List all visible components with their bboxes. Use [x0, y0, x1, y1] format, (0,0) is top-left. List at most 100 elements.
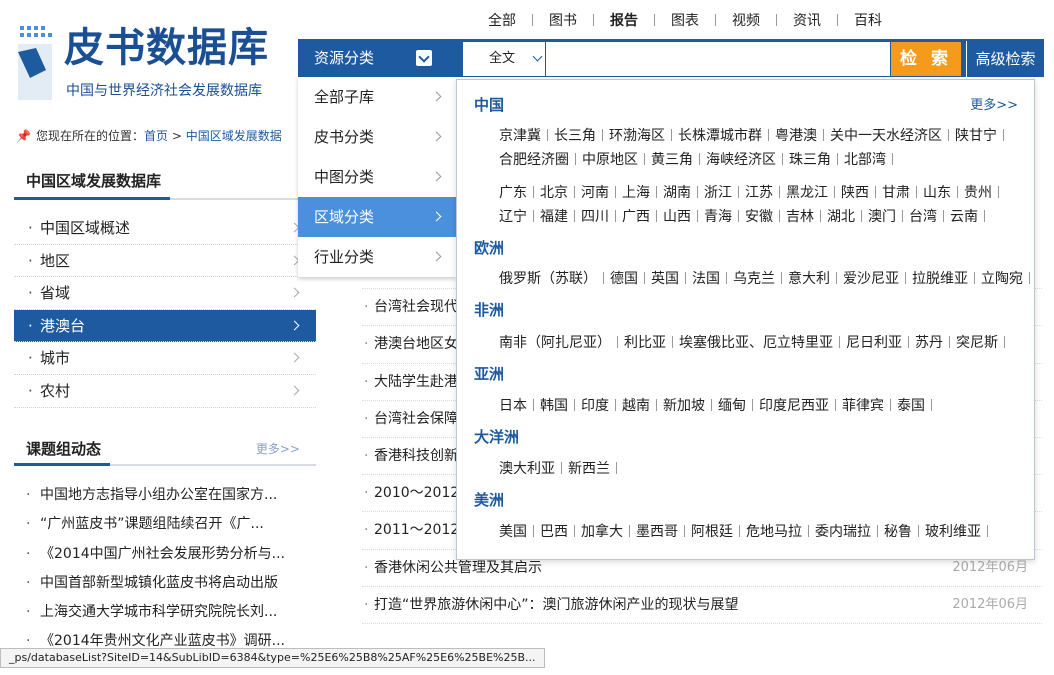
- news-item[interactable]: “广州蓝皮书”课题组陆续召开《广...: [22, 510, 312, 539]
- region-link[interactable]: 印度: [581, 398, 609, 414]
- left-nav-item[interactable]: 城市: [14, 342, 316, 375]
- search-input[interactable]: [546, 42, 890, 76]
- region-link[interactable]: 吉林: [786, 209, 814, 225]
- region-link[interactable]: 湖南: [663, 185, 691, 201]
- region-link[interactable]: 越南: [622, 398, 650, 414]
- left-nav-item[interactable]: 省域: [14, 277, 316, 310]
- left-nav-item[interactable]: 中国区域概述: [14, 212, 316, 245]
- region-link[interactable]: 突尼斯: [956, 335, 998, 351]
- region-link[interactable]: 泰国: [897, 398, 925, 414]
- region-link[interactable]: 陕甘宁: [955, 128, 997, 144]
- region-link[interactable]: 新西兰: [568, 461, 610, 477]
- region-link[interactable]: 澳大利亚: [499, 461, 555, 477]
- region-link[interactable]: 山东: [923, 185, 951, 201]
- topnav-reports[interactable]: 报告: [594, 10, 654, 30]
- region-link[interactable]: 河南: [581, 185, 609, 201]
- region-link[interactable]: 浙江: [704, 185, 732, 201]
- news-item[interactable]: 中国地方志指导小组办公室在国家方...: [22, 481, 312, 510]
- region-link[interactable]: 黑龙江: [786, 185, 828, 201]
- region-link[interactable]: 南非（阿扎尼亚）: [499, 335, 611, 351]
- region-link[interactable]: 利比亚: [624, 335, 666, 351]
- category-menu-item[interactable]: 全部子库: [298, 77, 456, 117]
- region-link[interactable]: 澳门: [868, 209, 896, 225]
- region-link[interactable]: 秘鲁: [884, 524, 912, 540]
- region-link[interactable]: 台湾: [909, 209, 937, 225]
- region-link[interactable]: 福建: [540, 209, 568, 225]
- region-link[interactable]: 珠三角: [789, 152, 831, 168]
- region-link[interactable]: 贵州: [964, 185, 992, 201]
- category-menu-item[interactable]: 皮书分类: [298, 117, 456, 157]
- region-link[interactable]: 意大利: [788, 271, 830, 287]
- left-nav-item[interactable]: 地区: [14, 245, 316, 278]
- region-link[interactable]: 陕西: [841, 185, 869, 201]
- region-link[interactable]: 长株潭城市群: [678, 128, 762, 144]
- region-link[interactable]: 北部湾: [844, 152, 886, 168]
- site-logo[interactable]: 皮书数据库 中国与世界经济社会发展数据库: [14, 24, 304, 104]
- region-link[interactable]: 新加坡: [663, 398, 705, 414]
- region-link[interactable]: 爱沙尼亚: [843, 271, 899, 287]
- news-item[interactable]: 上海交通大学城市科学研究院院长刘...: [22, 598, 312, 627]
- topnav-all[interactable]: 全部: [472, 10, 532, 30]
- news-more-link[interactable]: 更多>>: [256, 440, 300, 457]
- region-link[interactable]: 安徽: [745, 209, 773, 225]
- region-link[interactable]: 拉脱维亚: [912, 271, 968, 287]
- topnav-charts[interactable]: 图表: [655, 10, 715, 30]
- region-link[interactable]: 立陶宛: [981, 271, 1023, 287]
- breadcrumb-current[interactable]: 中国区域发展数据: [186, 129, 282, 143]
- search-button[interactable]: 检 索: [891, 42, 961, 76]
- region-link[interactable]: 环渤海区: [609, 128, 665, 144]
- region-link[interactable]: 海峡经济区: [706, 152, 776, 168]
- region-link[interactable]: 乌克兰: [733, 271, 775, 287]
- region-link[interactable]: 京津冀: [499, 128, 541, 144]
- region-link[interactable]: 危地马拉: [746, 524, 802, 540]
- left-nav-item[interactable]: 港澳台: [14, 309, 316, 343]
- region-link[interactable]: 尼日利亚: [846, 335, 902, 351]
- region-link[interactable]: 韩国: [540, 398, 568, 414]
- region-link[interactable]: 广西: [622, 209, 650, 225]
- category-menu-item[interactable]: 行业分类: [298, 237, 456, 277]
- region-link[interactable]: 黄三角: [651, 152, 693, 168]
- region-link[interactable]: 委内瑞拉: [815, 524, 871, 540]
- region-link[interactable]: 粤港澳: [775, 128, 817, 144]
- region-link[interactable]: 北京: [540, 185, 568, 201]
- region-link[interactable]: 德国: [610, 271, 638, 287]
- region-link[interactable]: 苏丹: [915, 335, 943, 351]
- region-link[interactable]: 四川: [581, 209, 609, 225]
- region-link[interactable]: 长三角: [554, 128, 596, 144]
- region-more-link[interactable]: 更多>>: [970, 94, 1018, 113]
- report-row[interactable]: 打造“世界旅游休闲中心”：澳门旅游休闲产业的现状与展望 2012年06月: [362, 587, 1042, 624]
- region-link[interactable]: 阿根廷: [691, 524, 733, 540]
- region-link[interactable]: 墨西哥: [636, 524, 678, 540]
- search-scope-select[interactable]: 全文: [463, 42, 545, 76]
- region-link[interactable]: 青海: [704, 209, 732, 225]
- region-link[interactable]: 山西: [663, 209, 691, 225]
- category-menu-item[interactable]: 中图分类: [298, 157, 456, 197]
- topnav-encyclopedia[interactable]: 百科: [838, 10, 898, 30]
- region-link[interactable]: 日本: [499, 398, 527, 414]
- region-link[interactable]: 俄罗斯（苏联）: [499, 271, 597, 287]
- region-link[interactable]: 云南: [950, 209, 978, 225]
- news-item[interactable]: 中国首部新型城镇化蓝皮书将启动出版: [22, 569, 312, 598]
- breadcrumb-home[interactable]: 首页: [144, 129, 168, 143]
- topnav-books[interactable]: 图书: [533, 10, 593, 30]
- region-link[interactable]: 缅甸: [718, 398, 746, 414]
- advanced-search-button[interactable]: 高级检索: [966, 41, 1044, 77]
- region-link[interactable]: 甘肃: [882, 185, 910, 201]
- region-link[interactable]: 巴西: [540, 524, 568, 540]
- resource-category-button[interactable]: 资源分类: [298, 39, 462, 77]
- region-link[interactable]: 湖北: [827, 209, 855, 225]
- region-link[interactable]: 埃塞俄比亚、厄立特里亚: [679, 335, 833, 351]
- region-link[interactable]: 玻利维亚: [925, 524, 981, 540]
- left-nav-item[interactable]: 农村: [14, 375, 316, 408]
- topnav-news[interactable]: 资讯: [777, 10, 837, 30]
- region-link[interactable]: 菲律宾: [842, 398, 884, 414]
- region-link[interactable]: 上海: [622, 185, 650, 201]
- news-item[interactable]: 《2014中国广州社会发展形势分析与...: [22, 540, 312, 569]
- region-link[interactable]: 关中一天水经济区: [830, 128, 942, 144]
- topnav-videos[interactable]: 视频: [716, 10, 776, 30]
- region-link[interactable]: 加拿大: [581, 524, 623, 540]
- region-link[interactable]: 合肥经济圈: [499, 152, 569, 168]
- region-link[interactable]: 英国: [651, 271, 679, 287]
- category-menu-item[interactable]: 区域分类: [298, 197, 456, 237]
- region-link[interactable]: 广东: [499, 185, 527, 201]
